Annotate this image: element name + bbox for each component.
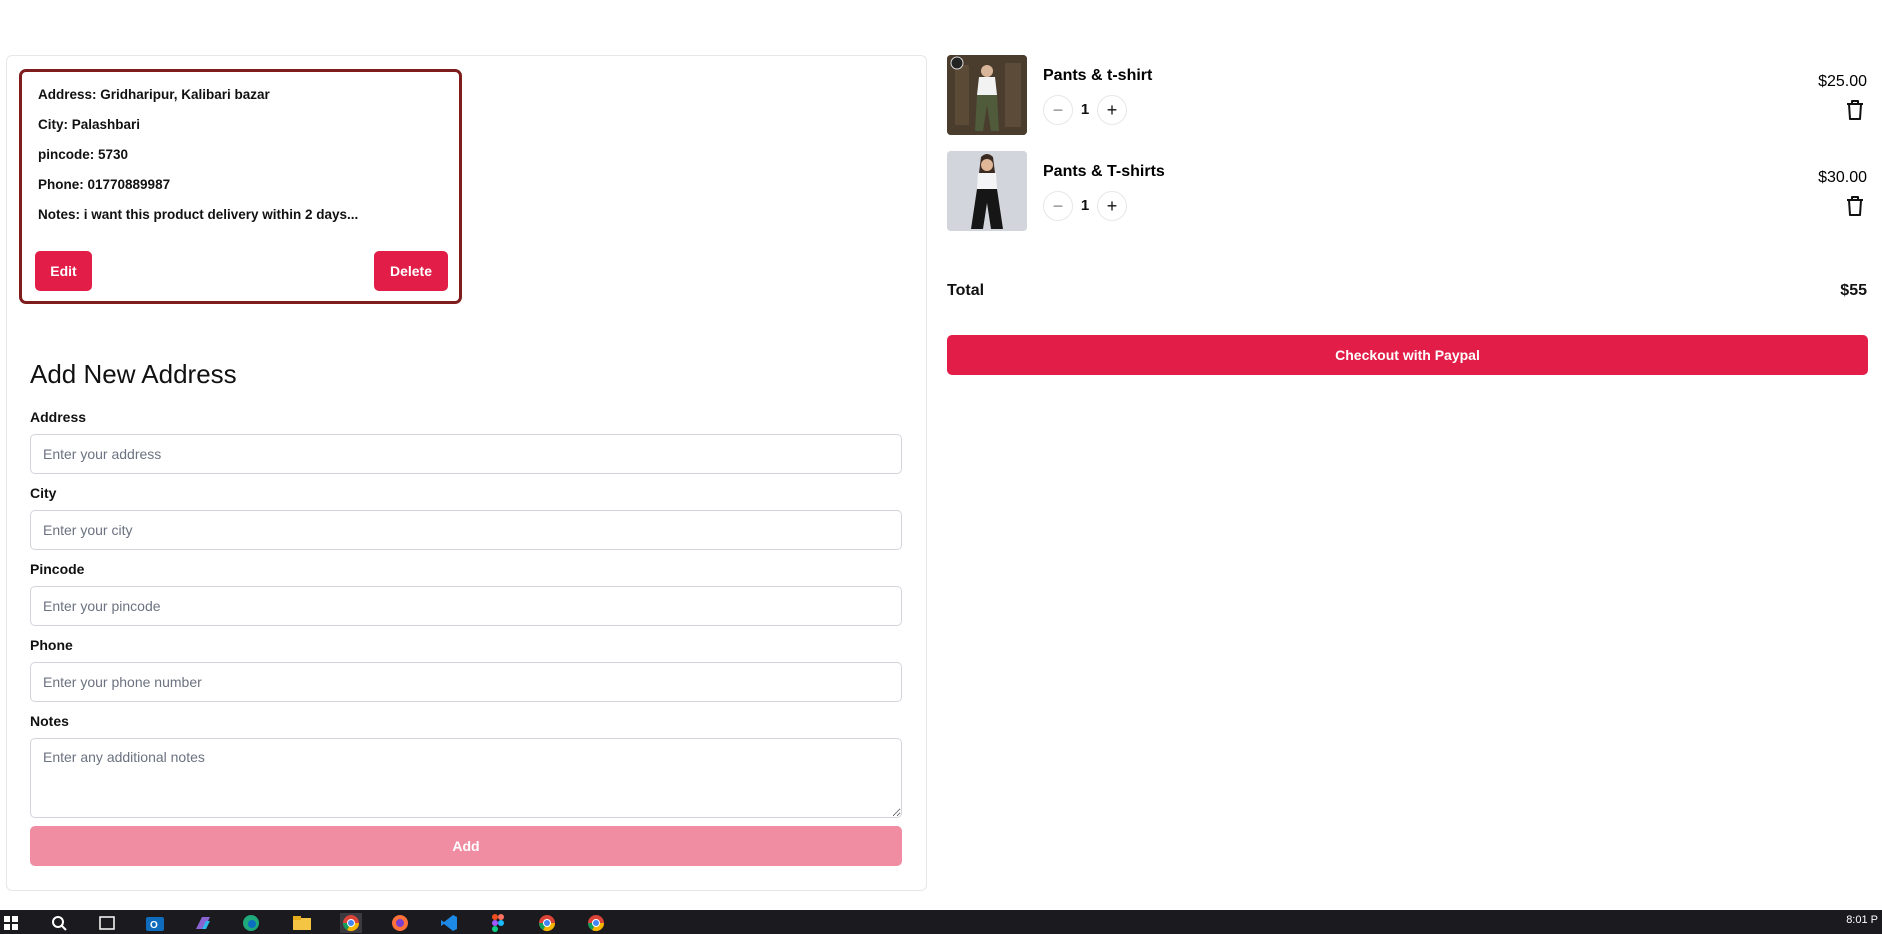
- pincode-label: Pincode: [30, 561, 85, 577]
- saved-pincode-line: pincode: 5730: [38, 147, 129, 162]
- address-input[interactable]: [30, 434, 902, 474]
- total-value: $55: [1840, 282, 1867, 299]
- product-image: [947, 151, 1027, 231]
- firefox-icon[interactable]: [389, 913, 411, 933]
- city-label: City: [30, 485, 57, 501]
- increase-quantity-button[interactable]: +: [1097, 191, 1127, 221]
- task-view-icon[interactable]: [96, 913, 118, 933]
- cart-item: Pants & T-shirts − 1 + $30.00: [947, 151, 1867, 231]
- saved-address-line: Address: Gridharipur, Kalibari bazar: [38, 87, 270, 102]
- product-price: $30.00: [1818, 169, 1867, 186]
- decrease-quantity-button[interactable]: −: [1043, 191, 1073, 221]
- product-name: Pants & t-shirt: [1043, 67, 1153, 84]
- quantity-value: 1: [1080, 197, 1090, 214]
- chrome-icon[interactable]: [585, 913, 607, 933]
- checkout-paypal-button[interactable]: Checkout with Paypal: [947, 335, 1868, 375]
- chrome-icon[interactable]: [340, 913, 362, 933]
- delete-address-button[interactable]: Delete: [374, 251, 448, 291]
- edit-address-button[interactable]: Edit: [35, 251, 92, 291]
- saved-phone-line: Phone: 01770889987: [38, 177, 171, 192]
- file-explorer-icon[interactable]: [291, 913, 313, 933]
- add-address-button[interactable]: Add: [30, 826, 902, 866]
- edge-icon[interactable]: [240, 913, 262, 933]
- windows-icon[interactable]: [0, 913, 22, 933]
- saved-city-line: City: Palashbari: [38, 117, 141, 132]
- phone-input[interactable]: [30, 662, 902, 702]
- address-label: Address: [30, 409, 87, 425]
- total-label: Total: [947, 282, 985, 299]
- address-panel: Address: Gridharipur, Kalibari bazar Cit…: [6, 55, 927, 891]
- pincode-input[interactable]: [30, 586, 902, 626]
- taskbar-clock[interactable]: 8:01 P: [1846, 914, 1878, 926]
- search-icon[interactable]: [48, 913, 70, 933]
- notes-textarea[interactable]: [30, 738, 902, 818]
- saved-address-card: Address: Gridharipur, Kalibari bazar Cit…: [19, 69, 462, 304]
- city-input[interactable]: [30, 510, 902, 550]
- phone-label: Phone: [30, 637, 73, 653]
- saved-notes-line: Notes: i want this product delivery with…: [38, 207, 359, 222]
- vscode-icon[interactable]: [438, 913, 460, 933]
- product-name: Pants & T-shirts: [1043, 163, 1165, 180]
- outlook-icon[interactable]: O: [144, 913, 166, 933]
- quantity-value: 1: [1080, 101, 1090, 118]
- svg-text:O: O: [150, 920, 158, 931]
- copilot-icon[interactable]: [192, 913, 214, 933]
- notes-label: Notes: [30, 713, 69, 729]
- increase-quantity-button[interactable]: +: [1097, 95, 1127, 125]
- add-address-title: Add New Address: [30, 359, 237, 389]
- chrome-icon[interactable]: [536, 913, 558, 933]
- cart-item: Pants & t-shirt − 1 + $25.00: [947, 55, 1867, 135]
- decrease-quantity-button[interactable]: −: [1043, 95, 1073, 125]
- product-price: $25.00: [1818, 73, 1867, 90]
- trash-icon[interactable]: [1845, 195, 1865, 217]
- trash-icon[interactable]: [1845, 99, 1865, 121]
- product-image: [947, 55, 1027, 135]
- figma-icon[interactable]: [487, 913, 509, 933]
- taskbar: O 8:01 P: [0, 910, 1882, 934]
